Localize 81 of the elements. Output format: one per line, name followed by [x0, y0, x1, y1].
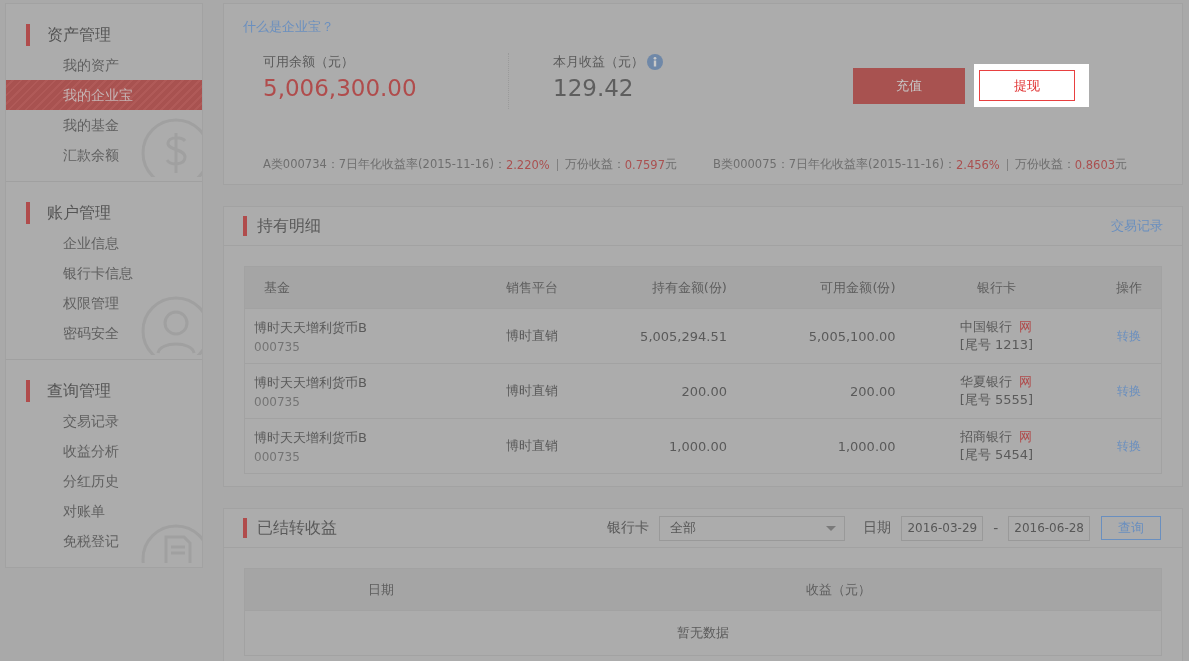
withdraw-button[interactable]: 提现 [979, 70, 1075, 101]
per-10k-label: 万份收益： [1014, 157, 1075, 172]
column-header: 可用金额(份) [727, 266, 897, 309]
sidebar-item[interactable]: 密码安全 [6, 318, 202, 348]
sidebar-group-title: 资产管理 [47, 24, 111, 46]
date-label: 日期 [863, 519, 892, 537]
online-label: 网 [1019, 373, 1033, 391]
sidebar-item[interactable]: 交易记录 [6, 406, 202, 436]
stat-value: 5,006,300.00 [263, 75, 418, 101]
sidebar-group-title: 查询管理 [47, 380, 111, 402]
sidebar-item[interactable]: 银行卡信息 [6, 258, 202, 288]
stat-label: 本月收益（元） [553, 53, 644, 71]
empty-message: 暂无数据 [677, 625, 729, 640]
column-header: 日期 [244, 568, 517, 611]
table-cell: 200.00 [590, 363, 728, 419]
sidebar-item[interactable]: 企业信息 [6, 228, 202, 258]
fund-code: 000735 [254, 449, 301, 464]
fund-yield-label: B类000075：7日年化收益率(2015-11-16)： [713, 157, 956, 172]
sidebar-item[interactable]: 分红历史 [6, 466, 202, 496]
fund-name: 博时天天增利货币B [254, 319, 367, 335]
transaction-records-link[interactable]: 交易记录 [1111, 217, 1163, 235]
table-cell: 1,000.00 [590, 418, 728, 474]
date-separator: - [993, 520, 999, 536]
yield-rate: 2.456% [955, 157, 1000, 172]
column-header: 收益（元） [516, 568, 1162, 611]
sidebar-item[interactable]: 对账单 [6, 496, 202, 526]
card-tail-number: [尾号 1213] [958, 336, 1035, 354]
sidebar-item[interactable]: 免税登记 [6, 526, 202, 556]
per-10k-label: 万份收益： [564, 157, 625, 172]
bank-name: 华夏银行 [960, 373, 1013, 391]
sidebar-item[interactable]: 我的企业宝 [6, 80, 202, 110]
convert-link[interactable]: 转换 [1116, 383, 1141, 398]
column-header: 操作 [1096, 266, 1162, 309]
table-cell: 5,005,100.00 [727, 308, 897, 364]
start-date-field[interactable]: 2016-03-29 [901, 515, 984, 541]
column-header: 基金 [244, 266, 474, 309]
fund-code: 000735 [254, 339, 301, 354]
bank-name: 招商银行 [960, 428, 1013, 446]
fund-name: 博时天天增利货币B [254, 429, 367, 445]
section-title: 已结转收益 [257, 517, 338, 539]
unit-label: 元 [1115, 157, 1128, 172]
sidebar-item[interactable]: 收益分析 [6, 436, 202, 466]
convert-link[interactable]: 转换 [1116, 438, 1141, 453]
caret-icon [826, 525, 837, 531]
sidebar-item[interactable]: 汇款余额 [6, 140, 202, 170]
stat-label: 可用余额（元） [263, 53, 354, 71]
fund-yield-label: A类000734：7日年化收益率(2015-11-16)： [263, 157, 506, 172]
table-cell: 博时直销 [474, 308, 591, 364]
section-title: 持有明细 [257, 215, 322, 237]
per-10k-value: 0.8603 [1074, 157, 1116, 172]
column-header: 持有金额(份) [590, 266, 728, 309]
card-tail-number: [尾号 5454] [958, 446, 1035, 464]
column-header: 银行卡 [896, 266, 1097, 309]
table-cell: 博时直销 [474, 363, 591, 419]
per-10k-value: 0.7597 [624, 157, 665, 172]
table-cell: 博时直销 [474, 418, 591, 474]
card-tail-number: [尾号 5555] [958, 391, 1035, 409]
bank-card-label: 银行卡 [607, 519, 650, 537]
table-cell: 5,005,294.51 [590, 308, 728, 364]
fund-code: 000735 [254, 394, 301, 409]
query-button[interactable]: 查询 [1101, 516, 1161, 540]
sidebar-item[interactable]: 权限管理 [6, 288, 202, 318]
sidebar-item[interactable]: 我的资产 [6, 50, 202, 80]
fund-name: 博时天天增利货币B [254, 374, 367, 390]
convert-link[interactable]: 转换 [1116, 328, 1141, 343]
table-cell: 1,000.00 [727, 418, 897, 474]
sidebar-item[interactable]: 我的基金 [6, 110, 202, 140]
column-header: 销售平台 [474, 266, 591, 309]
recharge-button[interactable]: 充值 [853, 67, 965, 104]
help-link[interactable]: 什么是企业宝？ [243, 19, 334, 34]
online-label: 网 [1019, 318, 1033, 336]
yield-rate: 2.220% [505, 157, 550, 172]
stat-value: 129.42 [553, 75, 635, 101]
unit-label: 元 [665, 157, 677, 172]
table-cell: 200.00 [727, 363, 897, 419]
bank-name: 中国银行 [960, 318, 1013, 336]
end-date-field[interactable]: 2016-06-28 [1008, 515, 1090, 541]
sidebar-group-title: 账户管理 [47, 202, 111, 224]
info-icon[interactable] [647, 54, 663, 70]
bank-card-dropdown[interactable]: 全部 [659, 515, 846, 541]
online-label: 网 [1019, 428, 1033, 446]
